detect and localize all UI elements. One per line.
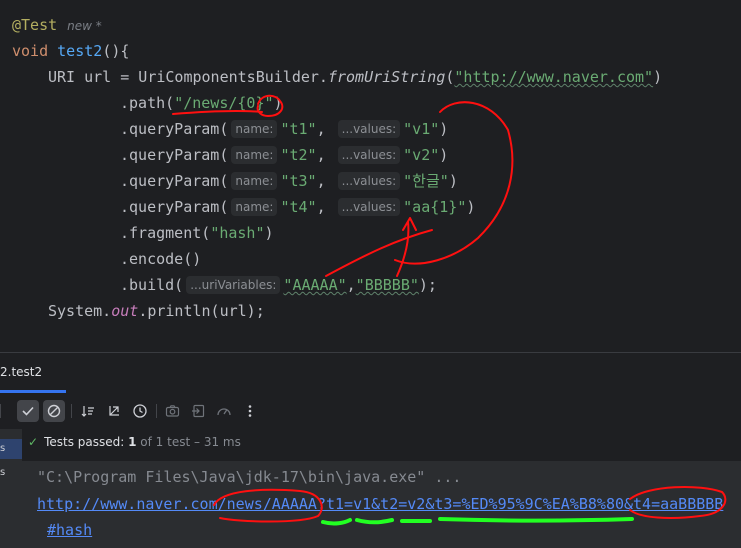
tree-item[interactable]: s xyxy=(0,439,22,459)
values-hint: ...values: xyxy=(337,146,401,164)
method-name: test2 xyxy=(57,42,103,60)
gauge-icon[interactable] xyxy=(213,400,235,422)
stop-circle-icon[interactable] xyxy=(43,400,65,422)
name-hint: name: xyxy=(231,146,278,164)
build-call: .build( xyxy=(120,276,184,294)
param-value: "aa{1}" xyxy=(403,198,467,216)
console-output[interactable]: "C:\Program Files\Java\jdk-17\bin\java.e… xyxy=(22,461,741,548)
query-call: .queryParam( xyxy=(120,146,229,164)
test-status: ✓ Tests passed: 1 of 1 test – 31 ms xyxy=(28,435,241,449)
method-signature: void test2(){ xyxy=(12,38,129,64)
uri-variables-hint: ...uriVariables: xyxy=(186,276,281,294)
code-editor[interactable]: @Test new * void test2(){ URI url = UriCo… xyxy=(0,0,741,352)
query-param-line: .queryParam(name: "t1", ...values: "v1") xyxy=(120,116,448,142)
toolbar-separator xyxy=(71,404,72,418)
query-param-line: .queryParam(name: "t2", ...values: "v2") xyxy=(120,142,448,168)
build-arg-1: "AAAAA" xyxy=(283,276,347,294)
comma: , xyxy=(316,120,335,138)
param-name: "t3" xyxy=(280,172,317,190)
import-icon[interactable] xyxy=(187,400,209,422)
toolbar-separator xyxy=(156,404,157,418)
console-command-line[interactable]: "C:\Program Files\Java\jdk-17\bin\java.e… xyxy=(37,468,461,486)
console-hash-link[interactable]: #hash xyxy=(47,521,92,539)
name-hint: name: xyxy=(231,198,278,216)
name-hint: name: xyxy=(231,172,278,190)
fragment-literal: "hash" xyxy=(210,224,265,242)
encode-call: .encode() xyxy=(120,250,202,268)
build-arg-2: "BBBBB" xyxy=(355,276,419,294)
method-tail: (){ xyxy=(102,42,130,60)
fragment-line: .fragment("hash") xyxy=(120,220,274,246)
query-close: ) xyxy=(448,172,458,190)
uri-decl-text: URI url = UriComponentsBuilder. xyxy=(48,68,328,86)
total-count: of 1 test xyxy=(140,435,191,449)
query-close: ) xyxy=(439,146,449,164)
from-uri-string: fromUriString xyxy=(327,68,446,86)
status-label: Tests passed: xyxy=(44,435,125,449)
check-icon[interactable] xyxy=(17,400,39,422)
comma: , xyxy=(316,146,335,164)
void-keyword: void xyxy=(12,42,49,60)
history-icon[interactable] xyxy=(129,400,151,422)
println-suffix: .println(url); xyxy=(138,302,265,320)
close-paren: ) xyxy=(653,68,663,86)
run-tab-bar: 2.test2 xyxy=(0,353,741,393)
author-meta: new * xyxy=(67,19,102,33)
console-url-link[interactable]: http://www.naver.com/news/AAAAA?t1=v1&t2… xyxy=(37,495,723,513)
camera-icon[interactable] xyxy=(161,400,183,422)
query-call: .queryParam( xyxy=(120,172,229,190)
test-annotation: @Test xyxy=(12,16,58,34)
values-hint: ...values: xyxy=(337,120,401,138)
url-literal: "http://www.naver.com" xyxy=(454,68,654,86)
param-value: "한글" xyxy=(403,172,449,190)
println-line: System.out.println(url); xyxy=(48,298,265,324)
path-call: .path( xyxy=(120,94,175,112)
toolbar-separator xyxy=(0,404,1,418)
println-prefix: System. xyxy=(48,302,112,320)
build-line: .build(...uriVariables: "AAAAA","BBBBB"); xyxy=(120,272,437,298)
query-param-line: .queryParam(name: "t3", ...values: "한글") xyxy=(120,168,458,194)
fragment-close: ) xyxy=(264,224,274,242)
tree-item[interactable]: s xyxy=(0,463,22,483)
param-value: "v2" xyxy=(403,146,440,164)
param-name: "t4" xyxy=(280,198,317,216)
run-tool-window: 2.test2 s s ✓ Tests passed: 1 of 1 test … xyxy=(0,353,741,548)
elapsed-time: – 31 ms xyxy=(194,435,241,449)
param-name: "t2" xyxy=(280,146,317,164)
comma: , xyxy=(316,198,335,216)
out-field: out xyxy=(111,302,139,320)
tab-test2[interactable]: 2.test2 xyxy=(0,365,42,379)
values-hint: ...values: xyxy=(337,198,401,216)
annotation-line: @Test new * xyxy=(12,12,102,38)
query-close: ) xyxy=(466,198,476,216)
test-tree-panel[interactable]: s s xyxy=(0,429,22,548)
collapse-icon[interactable] xyxy=(103,400,125,422)
path-line: .path("/news/{0}") xyxy=(120,90,283,116)
sort-icon[interactable] xyxy=(77,400,99,422)
values-hint: ...values: xyxy=(337,172,401,190)
check-icon: ✓ xyxy=(28,435,39,449)
build-comma: , xyxy=(346,276,356,294)
name-hint: name: xyxy=(231,120,278,138)
build-close: ); xyxy=(418,276,437,294)
uri-declaration: URI url = UriComponentsBuilder.fromUriSt… xyxy=(48,64,662,90)
run-toolbar xyxy=(0,393,741,429)
param-name: "t1" xyxy=(280,120,317,138)
query-call: .queryParam( xyxy=(120,120,229,138)
path-literal: "/news/{0}" xyxy=(174,94,274,112)
query-close: ) xyxy=(439,120,449,138)
comma: , xyxy=(316,172,335,190)
more-icon[interactable] xyxy=(239,400,261,422)
passed-count: 1 xyxy=(128,435,137,449)
query-call: .queryParam( xyxy=(120,198,229,216)
encode-line: .encode() xyxy=(120,246,201,272)
fragment-call: .fragment( xyxy=(120,224,211,242)
query-param-line: .queryParam(name: "t4", ...values: "aa{1}"… xyxy=(120,194,475,220)
param-value: "v1" xyxy=(403,120,440,138)
path-close: ) xyxy=(273,94,283,112)
